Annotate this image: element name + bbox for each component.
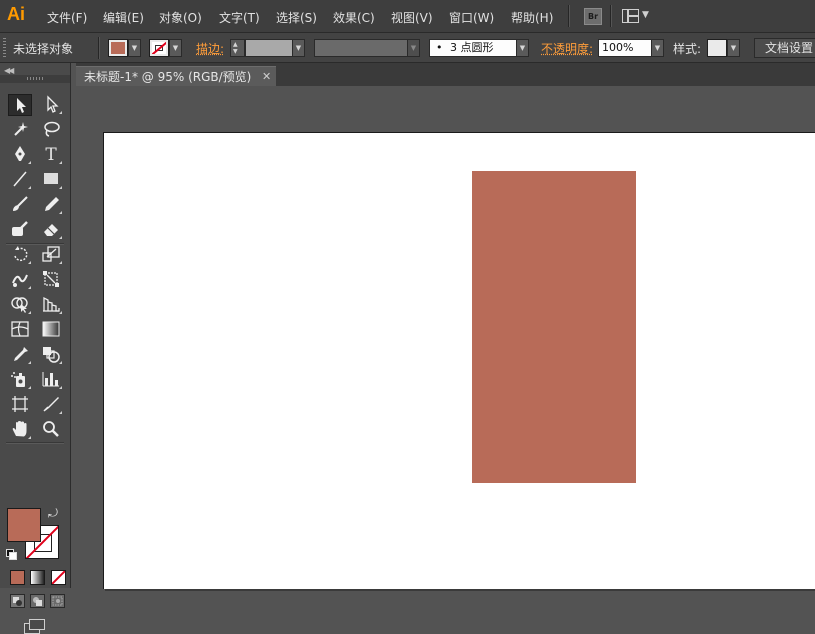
- opacity-dropdown[interactable]: ▼: [651, 39, 664, 57]
- menu-separator: [568, 5, 570, 27]
- gradient-mode-button[interactable]: [30, 570, 45, 585]
- none-mode-button[interactable]: [51, 570, 66, 585]
- brush-dot-icon: •: [436, 41, 443, 54]
- lasso-tool[interactable]: [39, 119, 63, 141]
- pencil-tool[interactable]: [39, 194, 63, 216]
- document-tab-title: 未标题-1* @ 95% (RGB/预览): [84, 70, 252, 84]
- type-tool-glyph: T: [45, 145, 57, 165]
- zoom-tool[interactable]: [39, 419, 63, 441]
- style-label: 样式:: [673, 42, 702, 56]
- graphic-style-swatch[interactable]: [707, 39, 727, 57]
- panel-grip[interactable]: [3, 38, 6, 57]
- free-transform-tool[interactable]: [39, 269, 63, 291]
- document-tab[interactable]: 未标题-1* @ 95% (RGB/预览) ✕: [76, 66, 276, 87]
- pen-tool[interactable]: [8, 144, 32, 166]
- chevron-down-icon: ▼: [642, 10, 649, 20]
- stroke-swatch[interactable]: [149, 39, 169, 57]
- menu-file[interactable]: 文件(F): [47, 9, 87, 26]
- menu-view[interactable]: 视图(V): [391, 9, 433, 26]
- stroke-dropdown-arrow[interactable]: ▼: [169, 39, 182, 57]
- rotate-tool[interactable]: [8, 244, 32, 266]
- slice-tool[interactable]: [39, 394, 63, 416]
- graphic-style-dropdown[interactable]: ▼: [727, 39, 740, 57]
- fill-color-box[interactable]: [7, 508, 41, 542]
- hand-tool[interactable]: [8, 419, 32, 441]
- stroke-weight-spinner[interactable]: ▲ ▼: [230, 39, 245, 57]
- fill-swatch[interactable]: [108, 39, 128, 57]
- brush-definition-field[interactable]: • 3 点圆形: [429, 39, 517, 57]
- menu-help[interactable]: 帮助(H): [511, 9, 553, 26]
- draw-inside-button[interactable]: [50, 594, 65, 608]
- collapse-panel-icon[interactable]: ◀◀: [4, 66, 14, 75]
- default-fill-stroke-icon[interactable]: [6, 549, 17, 560]
- screen-mode-button[interactable]: [24, 619, 45, 634]
- fill-dropdown-arrow[interactable]: ▼: [128, 39, 141, 57]
- menu-edit[interactable]: 编辑(E): [103, 9, 144, 26]
- color-mode-button[interactable]: [10, 570, 25, 585]
- blob-brush-tool[interactable]: [8, 219, 32, 241]
- eraser-tool[interactable]: [39, 219, 63, 241]
- gradient-tool[interactable]: [39, 319, 63, 341]
- fill-color-chip: [111, 42, 125, 54]
- magic-wand-tool[interactable]: [8, 119, 32, 141]
- app-logo: Ai: [7, 4, 25, 24]
- draw-normal-button[interactable]: [10, 594, 25, 608]
- scale-tool[interactable]: [39, 244, 63, 266]
- swap-fill-stroke-icon[interactable]: ⤾: [48, 506, 58, 521]
- shape-builder-tool[interactable]: [8, 294, 32, 316]
- menu-object[interactable]: 对象(O): [159, 9, 202, 26]
- menu-bar: Ai 文件(F) 编辑(E) 对象(O) 文字(T) 选择(S) 效果(C) 视…: [0, 0, 815, 33]
- warp-tool[interactable]: [8, 269, 32, 291]
- profile-dropdown[interactable]: ▼: [407, 39, 420, 57]
- spinner-up-icon: ▲: [233, 41, 238, 48]
- stroke-weight-input[interactable]: [245, 39, 293, 57]
- document-tab-strip: 未标题-1* @ 95% (RGB/预览) ✕: [76, 63, 815, 87]
- separator: [98, 37, 100, 59]
- opacity-input[interactable]: 100%: [598, 39, 652, 57]
- paintbrush-tool[interactable]: [8, 194, 32, 216]
- rectangle-shape[interactable]: [472, 171, 636, 483]
- control-bar: 未选择对象 ▼ ▼ 描边: ▲ ▼ ▼ ▼ • 3 点圆形 ▼ 不透明度: 10…: [0, 33, 815, 63]
- blend-tool[interactable]: [39, 344, 63, 366]
- column-graph-tool[interactable]: [39, 369, 63, 391]
- selection-tool[interactable]: [8, 94, 32, 116]
- selection-status: 未选择对象: [13, 42, 74, 56]
- menu-window[interactable]: 窗口(W): [449, 9, 494, 26]
- symbol-sprayer-tool[interactable]: [8, 369, 32, 391]
- stroke-weight-label[interactable]: 描边:: [196, 40, 224, 57]
- no-stroke-icon: [152, 42, 166, 54]
- eyedropper-tool[interactable]: [8, 344, 32, 366]
- menu-effect[interactable]: 效果(C): [333, 9, 375, 26]
- variable-width-profile[interactable]: [314, 39, 408, 57]
- artboard-tool[interactable]: [8, 394, 32, 416]
- document-setup-button[interactable]: 文档设置: [754, 38, 815, 58]
- brush-dropdown[interactable]: ▼: [516, 39, 529, 57]
- opacity-value: 100%: [602, 41, 634, 54]
- opacity-label[interactable]: 不透明度:: [541, 40, 593, 57]
- brush-definition-value: 3 点圆形: [450, 41, 494, 54]
- arrange-grid-icon: [622, 9, 639, 23]
- draw-behind-button[interactable]: [30, 594, 45, 608]
- line-segment-tool[interactable]: [8, 169, 32, 191]
- bridge-button[interactable]: Br: [584, 8, 602, 25]
- mesh-tool[interactable]: [8, 319, 32, 341]
- artboard[interactable]: [103, 132, 815, 589]
- toolbar-separator: [6, 442, 64, 444]
- arrange-documents-button[interactable]: ▼: [622, 8, 652, 24]
- menu-separator: [610, 5, 612, 27]
- menu-type[interactable]: 文字(T): [219, 9, 260, 26]
- perspective-grid-tool[interactable]: [39, 294, 63, 316]
- close-icon[interactable]: ✕: [262, 67, 271, 87]
- spinner-down-icon: ▼: [233, 48, 238, 55]
- type-tool[interactable]: T: [39, 144, 63, 166]
- rectangle-tool[interactable]: [39, 169, 63, 191]
- menu-select[interactable]: 选择(S): [276, 9, 317, 26]
- tools-panel: ◀◀ T ⤾: [0, 63, 71, 634]
- stroke-weight-dropdown[interactable]: ▼: [292, 39, 305, 57]
- direct-selection-tool[interactable]: [39, 94, 63, 116]
- panel-grip[interactable]: [27, 77, 43, 80]
